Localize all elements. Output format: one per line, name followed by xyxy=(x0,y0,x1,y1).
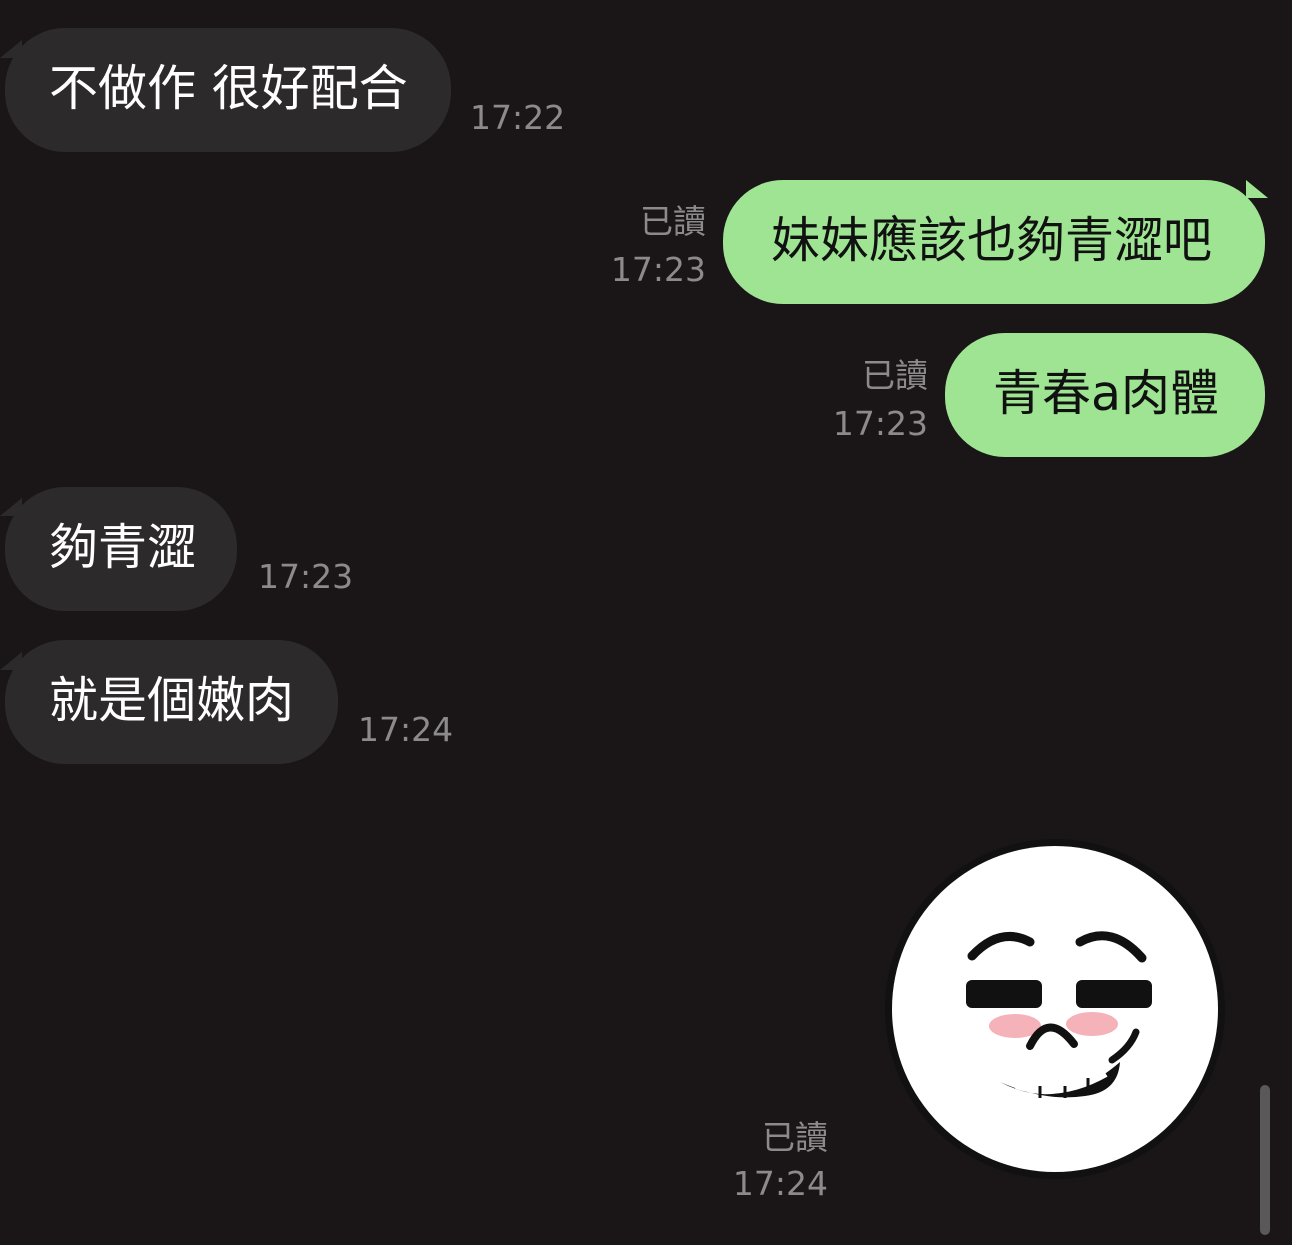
incoming-message-bubble[interactable]: 夠青澀 xyxy=(5,487,237,611)
smirking-face-sticker-icon[interactable] xyxy=(880,834,1230,1184)
outgoing-message-bubble[interactable]: 青春a肉體 xyxy=(945,333,1265,457)
incoming-message-bubble[interactable]: 就是個嫩肉 xyxy=(5,640,338,764)
message-time: 17:23 xyxy=(832,404,928,443)
read-status: 已讀 xyxy=(640,202,706,241)
outgoing-message-bubble[interactable]: 妹妹應該也夠青澀吧 xyxy=(723,180,1265,304)
chat-view: 不做作 很好配合 17:22 已讀 17:23 妹妹應該也夠青澀吧 已讀 17:… xyxy=(0,0,1292,1245)
message-time: 17:23 xyxy=(610,250,706,289)
bubble-tail xyxy=(1246,180,1268,198)
read-status: 已讀 xyxy=(762,1118,828,1157)
message-time: 17:24 xyxy=(358,710,454,749)
incoming-message-bubble[interactable]: 不做作 很好配合 xyxy=(5,28,451,152)
read-status: 已讀 xyxy=(862,356,928,395)
chat-scrollbar[interactable] xyxy=(1260,1085,1270,1235)
message-time: 17:22 xyxy=(470,98,566,137)
message-time: 17:24 xyxy=(732,1164,828,1203)
message-time: 17:23 xyxy=(258,557,354,596)
